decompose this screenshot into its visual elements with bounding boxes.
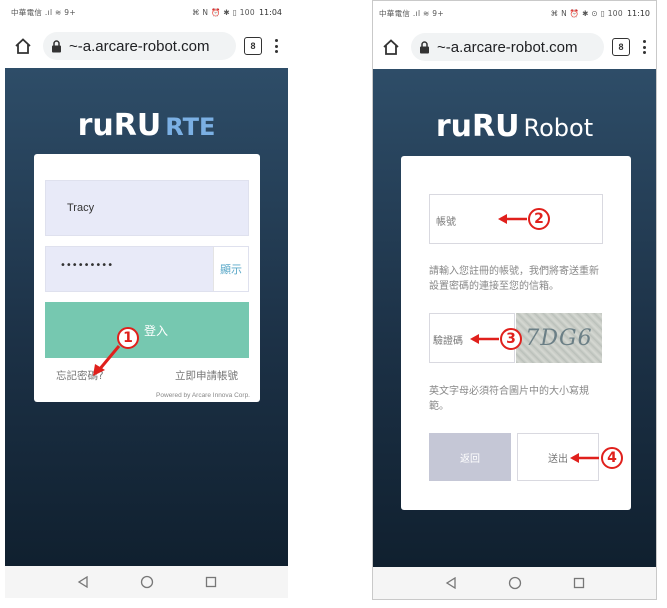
username-input[interactable]: Tracy (45, 180, 249, 236)
annotation-badge-1: 1 (117, 327, 139, 349)
android-nav-bar (5, 566, 288, 598)
back-button-label: 返回 (460, 453, 480, 465)
annotation-arrow-4 (570, 453, 599, 463)
page-content: ruRU RTE Tracy ••••••••• 顯示 登入 忘記密碼? 立即申請… (5, 68, 288, 566)
address-bar[interactable]: ~-a.arcare-robot.com (411, 33, 604, 61)
status-icons: ⌘ N ⏰ ✱ ⊙ ▯ 100 (550, 8, 623, 18)
back-icon[interactable] (75, 574, 91, 590)
clock: 11:10 (626, 8, 650, 18)
app-logo: ruRU Robot (373, 109, 656, 144)
password-mask: ••••••••• (60, 260, 114, 271)
url-text: ~-a.arcare-robot.com (69, 37, 210, 55)
right-phone-screen: 中華電信 .ıl ≋ 9+ ⌘ N ⏰ ✱ ⊙ ▯ 100 11:10 ~-a.… (372, 0, 657, 600)
back-icon[interactable] (443, 575, 459, 591)
recent-apps-icon[interactable] (571, 575, 587, 591)
password-input[interactable]: ••••••••• 顯示 (45, 246, 249, 292)
captcha-placeholder: 驗證碼 (433, 336, 463, 347)
login-card: Tracy ••••••••• 顯示 登入 忘記密碼? 立即申請帳號 Power… (34, 154, 260, 402)
annotation-badge-2: 2 (528, 208, 550, 230)
annotation-badge-4: 4 (601, 447, 623, 469)
circle-home-icon[interactable] (139, 574, 155, 590)
logo-sub-text: Robot (523, 114, 594, 142)
captcha-text: 7DG6 (525, 325, 593, 351)
back-button[interactable]: 返回 (429, 433, 511, 481)
submit-button-label: 送出 (548, 453, 568, 465)
browser-toolbar: ~-a.arcare-robot.com 8 (5, 24, 288, 68)
captcha-hint: 英文字母必須符合圖片中的大小寫規範。 (429, 386, 589, 412)
status-bar: 中華電信 .ıl ≋ 9+ ⌘ N ⏰ ✱ ▯ 100 11:04 (5, 0, 288, 24)
account-placeholder: 帳號 (436, 217, 456, 228)
home-icon[interactable] (379, 35, 403, 59)
lock-icon (419, 40, 431, 54)
android-nav-bar (373, 567, 656, 599)
page-content: ruRU Robot 帳號 請輸入您註冊的帳號，我們將寄送重新設置密碼的連接至您的… (373, 69, 656, 567)
logo-sub-text: RTE (165, 113, 216, 141)
lock-icon (51, 39, 63, 53)
left-phone-screen: 中華電信 .ıl ≋ 9+ ⌘ N ⏰ ✱ ▯ 100 11:04 ~-a.ar… (5, 0, 288, 598)
app-logo: ruRU RTE (5, 108, 288, 143)
address-bar[interactable]: ~-a.arcare-robot.com (43, 32, 236, 60)
tabs-icon[interactable]: 8 (244, 37, 262, 55)
login-button[interactable]: 登入 (45, 302, 249, 358)
annotation-arrow-2 (498, 214, 527, 224)
home-icon[interactable] (11, 34, 35, 58)
powered-by-footer: Powered by Arcare Innova Corp. (156, 392, 250, 399)
logo-main-text: ruRU (77, 108, 162, 143)
carrier-signal: 中華電信 .ıl ≋ 9+ (11, 7, 76, 17)
clock: 11:04 (258, 7, 282, 17)
register-link[interactable]: 立即申請帳號 (175, 368, 238, 383)
reset-instructions: 請輸入您註冊的帳號，我們將寄送重新設置密碼的連接至您的信箱。 (429, 266, 599, 292)
tabs-icon[interactable]: 8 (612, 38, 630, 56)
captcha-image: 7DG6 (516, 313, 602, 363)
menu-icon[interactable] (638, 40, 650, 54)
url-text: ~-a.arcare-robot.com (437, 38, 578, 56)
browser-toolbar: ~-a.arcare-robot.com 8 (373, 25, 656, 69)
circle-home-icon[interactable] (507, 575, 523, 591)
status-bar: 中華電信 .ıl ≋ 9+ ⌘ N ⏰ ✱ ⊙ ▯ 100 11:10 (373, 1, 656, 25)
annotation-arrow-3 (470, 334, 499, 344)
login-button-label: 登入 (143, 323, 168, 338)
show-password-toggle[interactable]: 顯示 (213, 247, 248, 291)
logo-main-text: ruRU (435, 109, 520, 144)
carrier-signal: 中華電信 .ıl ≋ 9+ (379, 8, 444, 18)
menu-icon[interactable] (270, 39, 282, 53)
username-value: Tracy (67, 202, 95, 214)
recent-apps-icon[interactable] (203, 574, 219, 590)
status-icons: ⌘ N ⏰ ✱ ▯ 100 (191, 7, 255, 17)
annotation-badge-3: 3 (500, 328, 522, 350)
